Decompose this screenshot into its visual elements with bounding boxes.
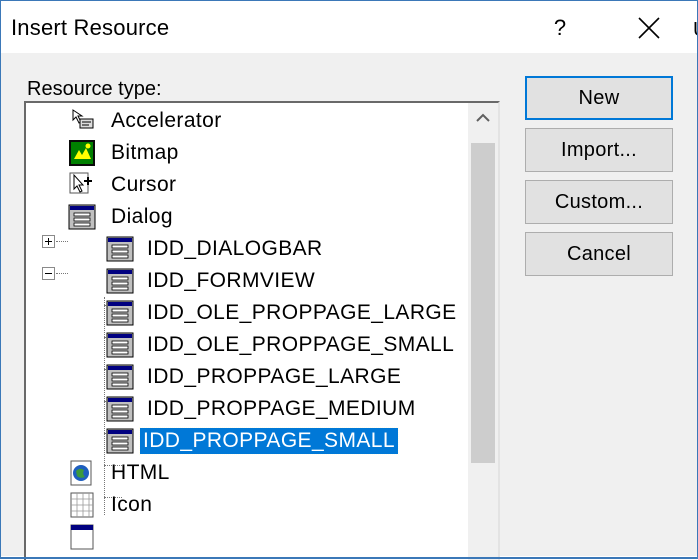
tree-item-label: IDD_PROPPAGE_SMALL: [139, 427, 399, 455]
dialog-template-icon: [106, 300, 134, 326]
tree-item-bitmap[interactable]: Bitmap: [108, 137, 182, 169]
tree-item-accelerator-row[interactable]: Accelerator: [108, 105, 225, 137]
scroll-up-button[interactable]: [468, 103, 498, 133]
cursor-icon: [69, 172, 92, 194]
scrollbar-thumb[interactable]: [471, 143, 495, 463]
dialog-template-icon: [106, 236, 134, 262]
tree-item-label: HTML: [111, 461, 170, 484]
tree-item-dialog-resource[interactable]: IDD_PROPPAGE_LARGE: [144, 361, 404, 393]
close-button[interactable]: [621, 5, 677, 51]
tree-item-label: Cursor: [111, 173, 177, 196]
tree-item-dialog[interactable]: Dialog: [108, 201, 176, 233]
cancel-button[interactable]: Cancel: [525, 232, 673, 276]
tree-item-label: IDD_PROPPAGE_LARGE: [147, 365, 402, 388]
bitmap-icon: [69, 140, 95, 166]
tree-item-label: IDD_PROPPAGE_MEDIUM: [147, 397, 416, 420]
tree-connector-line: [104, 297, 105, 515]
insert-resource-dialog: Insert Resource ? U Resource type:: [0, 0, 698, 560]
tree-connector-line: [56, 241, 68, 242]
tree-item-label: Accelerator: [111, 109, 222, 132]
dialog-template-icon: [106, 396, 134, 422]
title-bar[interactable]: Insert Resource ? U: [1, 1, 698, 53]
dialog-client-area: Resource type: Accelerator Bitmap Cursor…: [1, 53, 697, 560]
tree-item-dialog-resource[interactable]: IDD_FORMVIEW: [144, 265, 318, 297]
dialog-template-icon: [106, 364, 134, 390]
tree-item-dialog-resource[interactable]: IDD_OLE_PROPPAGE_LARGE: [144, 297, 460, 329]
tree-content: Accelerator Bitmap Cursor Dialog IDD_DIA…: [26, 103, 466, 560]
scroll-down-button[interactable]: [468, 551, 498, 560]
tree-item-cursor[interactable]: Cursor: [108, 169, 179, 201]
dialog-template-icon: [106, 332, 134, 358]
menu-resource-icon: [70, 524, 94, 550]
help-button[interactable]: ?: [537, 5, 583, 51]
dialog-template-icon: [106, 428, 134, 454]
resource-type-label: Resource type:: [27, 78, 162, 100]
tree-item-dialog-resource[interactable]: IDD_PROPPAGE_MEDIUM: [144, 393, 419, 425]
import-button[interactable]: Import...: [525, 128, 673, 172]
tree-item-label: Dialog: [111, 205, 173, 228]
tree-item-icon[interactable]: Icon: [108, 489, 155, 521]
tree-item-label: Icon: [111, 493, 153, 516]
tree-item-label: IDD_DIALOGBAR: [147, 237, 323, 260]
tree-item-dialog-resource-selected[interactable]: IDD_PROPPAGE_SMALL: [139, 425, 399, 457]
dialog-template-icon: [106, 268, 134, 294]
icon-resource-icon: [70, 492, 94, 518]
tree-item-dialog-resource[interactable]: IDD_DIALOGBAR: [144, 233, 326, 265]
vertical-scrollbar[interactable]: [468, 103, 498, 560]
tree-connector-line: [56, 273, 68, 274]
accelerator-icon: [72, 109, 94, 129]
chevron-up-icon: [476, 113, 490, 122]
custom-button[interactable]: Custom...: [525, 180, 673, 224]
tree-item-html[interactable]: HTML: [108, 457, 173, 489]
collapse-minus-icon[interactable]: [42, 267, 55, 280]
new-button[interactable]: New: [525, 76, 673, 120]
window-title: Insert Resource: [11, 15, 170, 40]
expand-plus-icon[interactable]: [42, 235, 55, 248]
close-icon: [638, 17, 660, 39]
tree-item-label: Bitmap: [111, 141, 179, 164]
dialog-icon: [68, 204, 96, 230]
tree-item-dialog-resource[interactable]: IDD_OLE_PROPPAGE_SMALL: [144, 329, 457, 361]
tree-item-label: IDD_FORMVIEW: [147, 269, 316, 292]
resource-type-tree[interactable]: Accelerator Bitmap Cursor Dialog IDD_DIA…: [24, 101, 500, 560]
html-icon: [70, 460, 92, 486]
tree-item-label: IDD_OLE_PROPPAGE_SMALL: [147, 333, 455, 356]
background-window-fragment: U: [693, 19, 698, 42]
tree-item-label: IDD_OLE_PROPPAGE_LARGE: [147, 301, 457, 324]
